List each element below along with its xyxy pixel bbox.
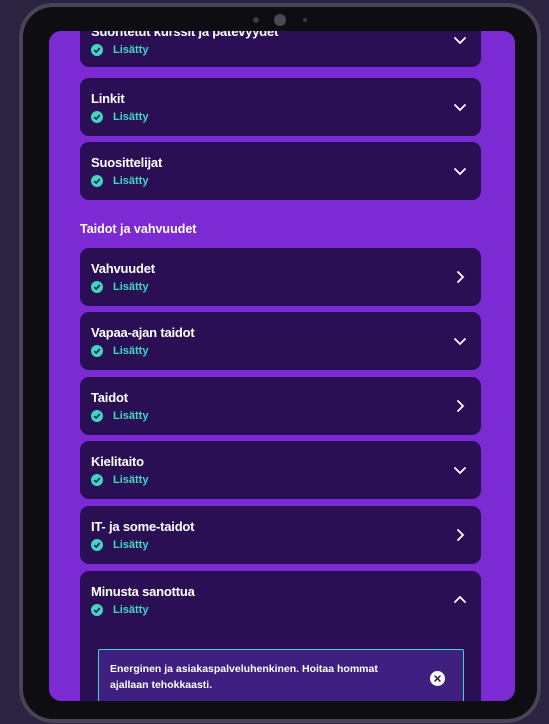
chevron-right-icon[interactable]	[453, 399, 467, 413]
check-icon	[91, 111, 103, 123]
chevron-down-icon[interactable]	[453, 33, 467, 47]
card-title: Linkit	[91, 91, 125, 106]
check-icon	[91, 474, 103, 486]
sensor-dot	[303, 18, 307, 22]
section-card-links[interactable]: Linkit Lisätty	[80, 78, 481, 136]
status-label: Lisätty	[113, 111, 149, 123]
check-icon	[91, 410, 103, 422]
chevron-right-icon[interactable]	[453, 270, 467, 284]
tablet-frame: Suoritetut kurssit ja pätevyydet Lisätty…	[19, 3, 541, 723]
status-label: Lisätty	[113, 410, 149, 422]
camera-lens	[274, 14, 286, 26]
card-title: IT- ja some-taidot	[91, 519, 195, 534]
section-card-courses[interactable]: Suoritetut kurssit ja pätevyydet Lisätty	[80, 31, 481, 67]
check-icon	[91, 539, 103, 551]
status-label: Lisätty	[113, 539, 149, 551]
card-title: Vahvuudet	[91, 261, 155, 276]
check-icon	[91, 175, 103, 187]
status-label: Lisätty	[113, 474, 149, 486]
clear-icon[interactable]	[430, 671, 445, 686]
card-title: Suoritetut kurssit ja pätevyydet	[91, 31, 279, 39]
card-title: Vapaa-ajan taidot	[91, 325, 195, 340]
card-title: Minusta sanottua	[91, 584, 195, 599]
check-icon	[91, 345, 103, 357]
about-me-entry[interactable]: Energinen ja asiakaspalveluhenkinen. Hoi…	[98, 649, 464, 701]
status-added: Lisätty	[91, 111, 148, 123]
sensor-dot	[253, 17, 259, 23]
card-title: Taidot	[91, 390, 128, 405]
chevron-right-icon[interactable]	[453, 528, 467, 542]
status-added: Lisätty	[91, 175, 148, 187]
section-card-languages[interactable]: Kielitaito Lisätty	[80, 441, 481, 499]
check-icon	[91, 281, 103, 293]
section-card-strengths[interactable]: Vahvuudet Lisätty	[80, 248, 481, 306]
chevron-down-icon[interactable]	[453, 463, 467, 477]
status-added: Lisätty	[91, 281, 148, 293]
about-me-text: Energinen ja asiakaspalveluhenkinen. Hoi…	[110, 663, 378, 691]
status-label: Lisätty	[113, 604, 149, 616]
card-title: Suosittelijat	[91, 155, 163, 170]
chevron-down-icon[interactable]	[453, 100, 467, 114]
camera-bar	[247, 11, 317, 29]
status-added: Lisätty	[91, 474, 148, 486]
status-added: Lisätty	[91, 539, 148, 551]
status-label: Lisätty	[113, 281, 149, 293]
section-card-references[interactable]: Suosittelijat Lisätty	[80, 142, 481, 200]
section-card-it-social-skills[interactable]: IT- ja some-taidot Lisätty	[80, 506, 481, 564]
status-added: Lisätty	[91, 345, 148, 357]
status-label: Lisätty	[113, 44, 149, 56]
check-icon	[91, 604, 103, 616]
section-card-hobby-skills[interactable]: Vapaa-ajan taidot Lisätty	[80, 312, 481, 370]
status-label: Lisätty	[113, 175, 149, 187]
section-card-skills[interactable]: Taidot Lisätty	[80, 377, 481, 435]
chevron-up-icon[interactable]	[453, 593, 467, 607]
app-screen[interactable]: Suoritetut kurssit ja pätevyydet Lisätty…	[49, 31, 515, 701]
status-added: Lisätty	[91, 44, 148, 56]
section-card-said-about-me[interactable]: Minusta sanottua Lisätty Energinen ja as…	[80, 571, 481, 701]
status-added: Lisätty	[91, 410, 148, 422]
section-heading-skills: Taidot ja vahvuudet	[80, 222, 197, 236]
status-label: Lisätty	[113, 345, 149, 357]
chevron-down-icon[interactable]	[453, 164, 467, 178]
chevron-down-icon[interactable]	[453, 334, 467, 348]
status-added: Lisätty	[91, 604, 148, 616]
card-title: Kielitaito	[91, 454, 144, 469]
check-icon	[91, 44, 103, 56]
